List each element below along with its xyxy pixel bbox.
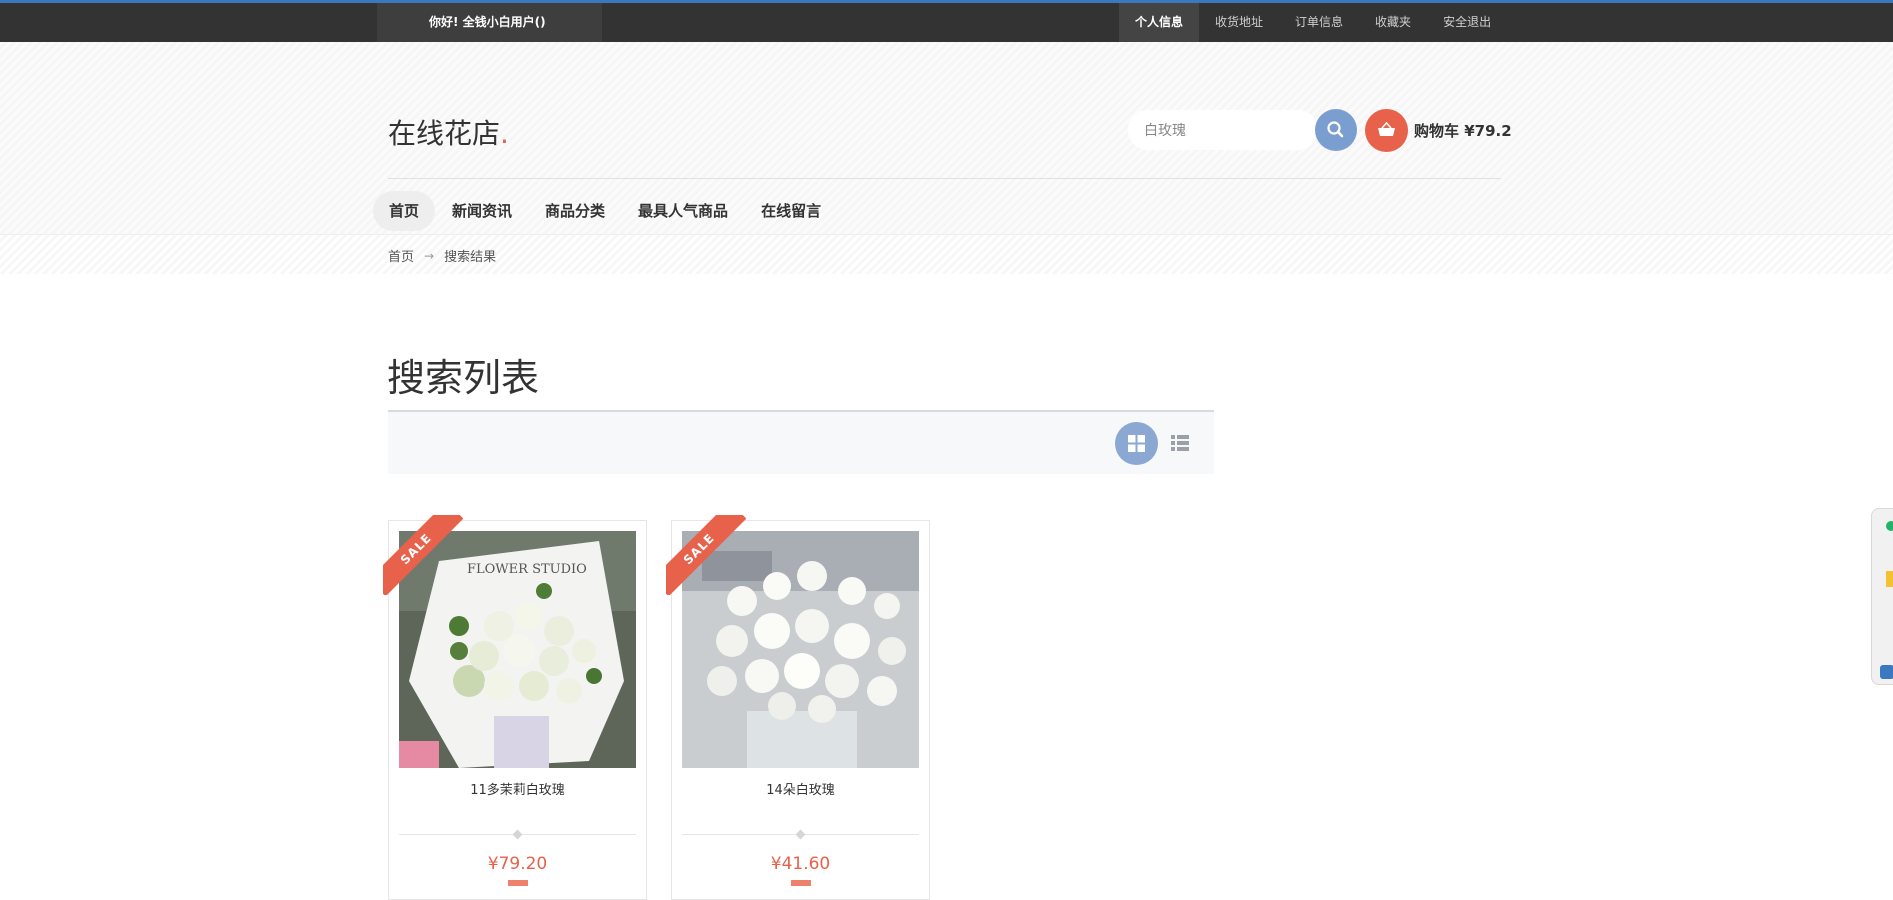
- list-icon: [1171, 435, 1189, 451]
- product-name[interactable]: 14朵白玫瑰: [672, 779, 929, 798]
- top-link-logout[interactable]: 安全退出: [1427, 3, 1507, 42]
- view-toolbar: [388, 410, 1214, 474]
- header: [0, 42, 1893, 234]
- top-nav: 个人信息 收货地址 订单信息 收藏夹 安全退出: [1119, 3, 1507, 42]
- product-price: ¥41.60: [770, 854, 831, 874]
- search-icon: [1327, 121, 1344, 138]
- sale-ribbon-label: SALE: [666, 515, 746, 595]
- list-view-button[interactable]: [1170, 433, 1190, 453]
- divider-diamond-icon: [795, 829, 806, 840]
- breadcrumb-bar: [0, 234, 1893, 274]
- top-link-favorites[interactable]: 收藏夹: [1359, 3, 1427, 42]
- nav-popular[interactable]: 最具人气商品: [622, 191, 744, 231]
- top-link-profile[interactable]: 个人信息: [1119, 3, 1200, 42]
- greeting-text: 你好! 全钱小白用户(): [377, 3, 602, 42]
- logo-text: 在线花店: [388, 117, 501, 150]
- logo-dot: .: [500, 117, 509, 150]
- top-link-address[interactable]: 收货地址: [1199, 3, 1279, 42]
- breadcrumb-arrow-icon: →: [424, 248, 435, 263]
- widget-block-icon: [1880, 665, 1893, 679]
- top-bar: 你好! 全钱小白用户() 个人信息 收货地址 订单信息 收藏夹 安全退出: [0, 0, 1893, 42]
- search-input[interactable]: [1128, 110, 1318, 150]
- search-button[interactable]: [1315, 109, 1357, 151]
- status-dot-icon: [1886, 521, 1893, 531]
- sale-ribbon: SALE: [666, 515, 746, 595]
- price-underline: [508, 880, 528, 886]
- basket-icon: [1378, 121, 1395, 136]
- main-nav: 首页 新闻资讯 商品分类 最具人气商品 在线留言: [373, 191, 838, 231]
- product-name[interactable]: 11多茉莉白玫瑰: [389, 779, 646, 798]
- widget-bar-icon: [1886, 571, 1893, 587]
- breadcrumb-home[interactable]: 首页: [388, 246, 414, 265]
- grid-icon: [1128, 435, 1145, 452]
- floating-side-widget[interactable]: [1871, 508, 1893, 685]
- site-logo[interactable]: 在线花店.: [388, 112, 509, 152]
- cart-total[interactable]: 购物车 ¥79.2: [1414, 120, 1512, 141]
- top-link-orders[interactable]: 订单信息: [1279, 3, 1359, 42]
- product-price: ¥79.20: [487, 854, 548, 874]
- svg-text:FLOWER STUDIO: FLOWER STUDIO: [467, 562, 587, 577]
- breadcrumb-current: 搜索结果: [444, 250, 497, 265]
- nav-categories[interactable]: 商品分类: [529, 191, 621, 231]
- nav-home[interactable]: 首页: [373, 191, 436, 231]
- nav-news[interactable]: 新闻资讯: [436, 191, 528, 231]
- nav-message[interactable]: 在线留言: [745, 191, 837, 231]
- sale-ribbon-label: SALE: [383, 515, 463, 595]
- sale-ribbon: SALE: [383, 515, 463, 595]
- price-underline: [791, 880, 811, 886]
- page-title: 搜索列表: [387, 356, 540, 400]
- divider-diamond-icon: [512, 829, 523, 840]
- breadcrumb: 首页 → 搜索结果: [388, 246, 497, 266]
- header-divider: [388, 178, 1501, 179]
- cart-button[interactable]: [1365, 109, 1408, 152]
- grid-view-button[interactable]: [1115, 422, 1158, 465]
